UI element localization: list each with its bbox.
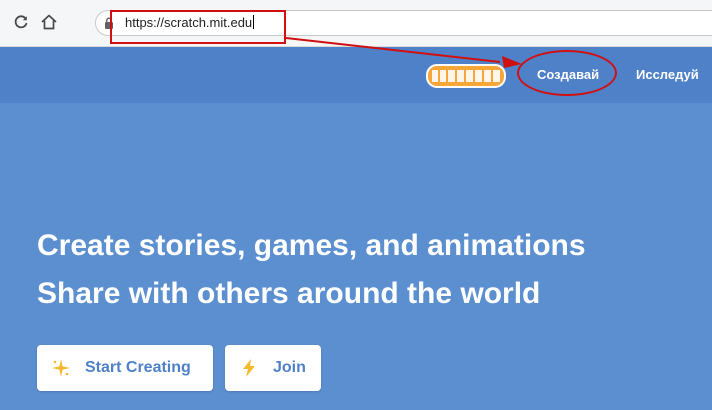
- reload-icon[interactable]: [10, 11, 32, 33]
- browser-toolbar: https://scratch.mit.edu: [0, 0, 712, 47]
- hero-headline: Create stories, games, and animations: [37, 229, 586, 262]
- nav-explore-link[interactable]: Исследуй: [636, 66, 699, 84]
- home-icon[interactable]: [38, 11, 60, 33]
- hero-subheadline: Share with others around the world: [37, 277, 541, 310]
- sparkle-icon: [52, 359, 70, 377]
- start-creating-button[interactable]: Start Creating: [37, 345, 213, 391]
- lightning-icon: [243, 359, 255, 377]
- scratch-logo[interactable]: [426, 64, 506, 88]
- start-creating-label: Start Creating: [85, 359, 191, 376]
- join-button[interactable]: Join: [225, 345, 321, 391]
- create-annotation-ellipse: [517, 50, 617, 96]
- join-label: Join: [273, 359, 306, 376]
- top-navigation: Создавай Исследуй: [0, 47, 712, 103]
- scratch-homepage: Создавай Исследуй Create stories, games,…: [0, 47, 712, 410]
- url-annotation-box: [110, 10, 286, 44]
